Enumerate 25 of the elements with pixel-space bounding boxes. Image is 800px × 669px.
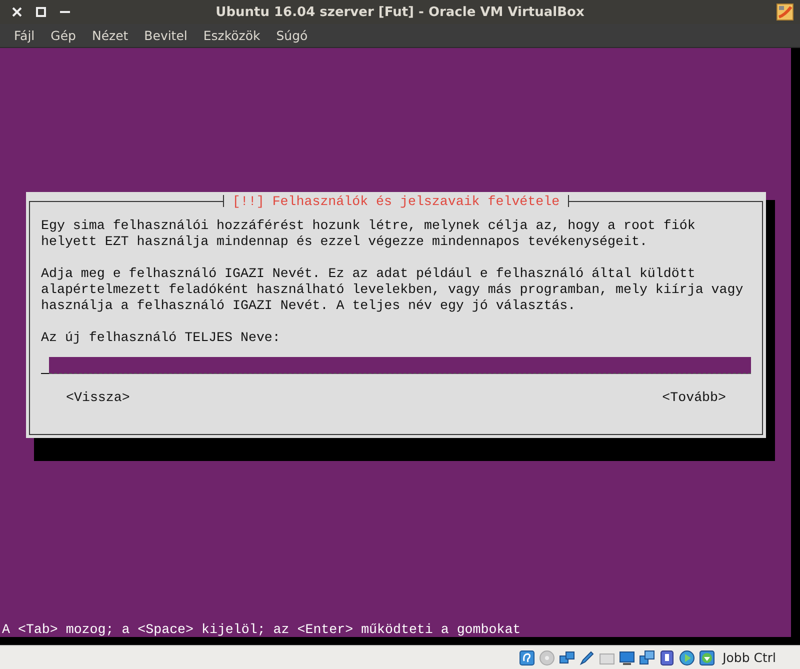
- app-icon: [776, 3, 794, 21]
- description-text: Egy sima felhasználói hozzáférést hozunk létre, melynek célja az, hogy a root fiók helyett EZT használja mindennap és ezzel végezze mindennapos tevékenységeit.: [41, 218, 696, 250]
- download-icon[interactable]: [698, 650, 715, 666]
- menu-item[interactable]: Gép: [44, 26, 82, 45]
- dialog-button[interactable]: <Tovább>: [662, 390, 726, 405]
- window-title: Ubuntu 16.04 szerver [Fut] - Oracle VM VirtualBox: [216, 4, 584, 20]
- maximize-icon[interactable]: [34, 5, 48, 19]
- network-icon[interactable]: [558, 650, 575, 666]
- monitor-icon[interactable]: [618, 650, 635, 666]
- menu-item[interactable]: Fájl: [8, 26, 41, 45]
- dialog-title: [!!] Felhasználók és jelszavaik felvétele: [232, 194, 560, 208]
- console-hint: A <Tab> mozog; a <Space> kijelöl; az <Enter> működteti a gombokat: [2, 622, 521, 637]
- pen-icon[interactable]: [578, 650, 595, 666]
- host-key-label: Jobb Ctrl: [722, 650, 776, 665]
- dialog-button[interactable]: <Vissza>: [66, 390, 130, 405]
- menu-item[interactable]: Bevitel: [138, 26, 194, 45]
- menu-item[interactable]: Eszközök: [197, 26, 266, 45]
- windows-icon[interactable]: [638, 650, 655, 666]
- description-text: Adja meg e felhasználó IGAZI Nevét. Ez az adat például e felhasználó által küldött alapértelmezett feladóként használható levelekben, vagy más programban, mely kiírja vagy használja a felhasználó IGAZI Nevét. A teljes név egy jó választás.: [41, 266, 744, 314]
- menu-item[interactable]: Súgó: [270, 26, 314, 45]
- name-input-field[interactable]: [49, 357, 751, 374]
- chip-icon[interactable]: [658, 650, 675, 666]
- field-label: Az új felhasználó TELJES Neve:: [41, 330, 282, 346]
- close-icon[interactable]: [10, 5, 24, 19]
- menu-item[interactable]: Nézet: [86, 26, 134, 45]
